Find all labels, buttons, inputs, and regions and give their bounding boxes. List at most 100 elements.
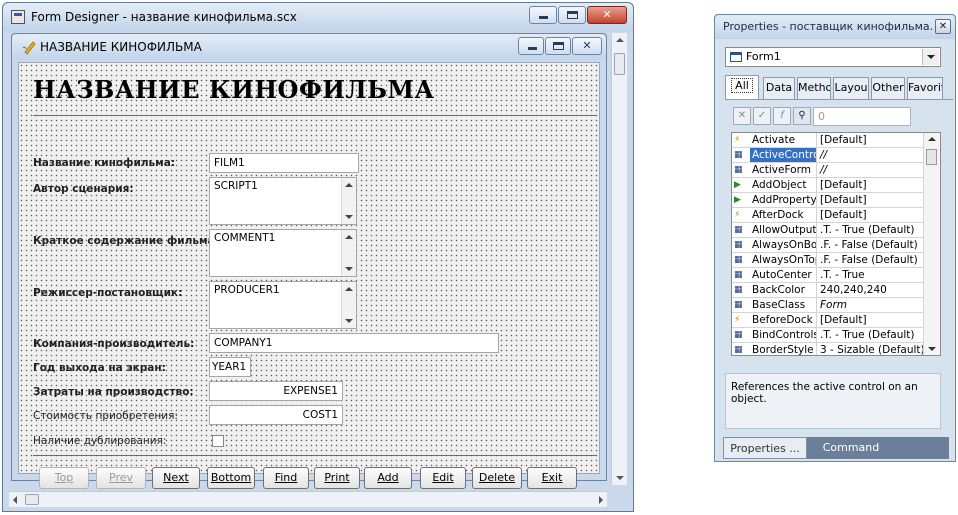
- form-canvas[interactable]: НАЗВАНИЕ КИНОФИЛЬМА Название кинофильма:…: [18, 62, 600, 489]
- property-row[interactable]: ▦ BaseClass Form: [732, 298, 924, 313]
- delete-button[interactable]: Delete: [472, 467, 522, 489]
- property-value[interactable]: .F. - False (Default): [818, 238, 924, 252]
- label-film-name[interactable]: Название кинофильма:: [33, 157, 175, 169]
- property-row[interactable]: ▦ AlwaysOnTop .F. - False (Default): [732, 253, 924, 268]
- tab-methods[interactable]: Metho: [797, 77, 831, 99]
- scroll-thumb[interactable]: [926, 149, 937, 165]
- property-row[interactable]: ▦ BorderStyle 3 - Sizable (Default): [732, 343, 924, 355]
- property-row[interactable]: ▦ ActiveControl//: [732, 148, 924, 163]
- minimize-button[interactable]: [529, 6, 557, 24]
- chevron-down-icon[interactable]: [922, 49, 939, 65]
- textbox-year[interactable]: YEAR1: [209, 357, 251, 377]
- editbox-comment-scrollbar[interactable]: [341, 230, 356, 276]
- property-value[interactable]: .F. - False (Default): [818, 253, 924, 267]
- exit-button[interactable]: Exit: [527, 467, 577, 489]
- form-minimize-button[interactable]: [518, 37, 544, 55]
- scroll-left-icon[interactable]: [13, 496, 17, 504]
- tab-layout[interactable]: Layou: [833, 77, 869, 99]
- scroll-down-icon[interactable]: [616, 476, 624, 480]
- form-titlebar[interactable]: НАЗВАНИЕ КИНОФИЛЬМА ✕: [12, 34, 606, 60]
- editbox-producer[interactable]: PRODUCER1: [209, 281, 357, 329]
- heading-divider[interactable]: [33, 115, 597, 116]
- tab-data[interactable]: Data: [763, 77, 795, 99]
- next-button[interactable]: Next: [152, 467, 200, 489]
- editbox-script[interactable]: SCRIPT1: [209, 177, 357, 225]
- property-row[interactable]: ⚡ BeforeDock [Default]: [732, 313, 924, 328]
- scroll-thumb[interactable]: [25, 494, 39, 505]
- label-cost[interactable]: Стоимость приобретения:: [33, 410, 178, 422]
- prev-button[interactable]: Prev: [96, 467, 146, 489]
- checkbox-dubbing[interactable]: [212, 435, 224, 447]
- tab-command[interactable]: Command: [813, 437, 889, 459]
- scroll-up-icon[interactable]: [928, 137, 936, 141]
- scroll-down-icon[interactable]: [928, 347, 936, 351]
- label-year[interactable]: Год выхода на экран:: [33, 362, 166, 374]
- cancel-icon[interactable]: ✕: [733, 107, 751, 125]
- property-row[interactable]: ▦ AllowOutput .T. - True (Default): [732, 223, 924, 238]
- form-maximize-button[interactable]: [545, 37, 571, 55]
- accept-icon[interactable]: ✓: [753, 107, 771, 125]
- label-dubbing[interactable]: Наличие дублирования:: [33, 435, 166, 447]
- find-button[interactable]: Find: [263, 467, 309, 489]
- designer-vertical-scrollbar[interactable]: [611, 33, 627, 485]
- textbox-cost[interactable]: COST1: [209, 405, 343, 425]
- button-divider[interactable]: [33, 455, 597, 456]
- designer-horizontal-scrollbar[interactable]: [9, 491, 607, 507]
- property-row[interactable]: ▦ BackColor 240,240,240: [732, 283, 924, 298]
- label-company[interactable]: Компания-производитель:: [33, 338, 194, 350]
- property-row[interactable]: ⚡ AfterDock [Default]: [732, 208, 924, 223]
- zoom-icon[interactable]: ⚲: [793, 107, 811, 125]
- property-grid-scrollbar[interactable]: [923, 133, 940, 355]
- label-script-author[interactable]: Автор сценария:: [33, 183, 134, 195]
- object-selector[interactable]: Form1: [725, 47, 941, 67]
- label-summary[interactable]: Краткое содержание фильма:: [33, 235, 219, 247]
- tab-all[interactable]: All: [725, 75, 759, 99]
- textbox-company[interactable]: COMPANY1: [209, 333, 499, 353]
- form-heading[interactable]: НАЗВАНИЕ КИНОФИЛЬМА: [33, 75, 435, 104]
- add-button[interactable]: Add: [364, 467, 412, 489]
- maximize-button[interactable]: [558, 6, 586, 24]
- designer-titlebar[interactable]: Form Designer - название кинофильма.scx …: [3, 3, 633, 31]
- property-value[interactable]: .T. - True: [818, 268, 924, 282]
- property-value[interactable]: //: [818, 148, 924, 162]
- property-value[interactable]: 3 - Sizable (Default): [818, 343, 924, 355]
- scroll-up-icon[interactable]: [616, 38, 624, 42]
- property-value[interactable]: [Default]: [818, 178, 924, 192]
- label-expense[interactable]: Затраты на производство:: [33, 386, 194, 398]
- tab-properties[interactable]: Properties ...: [723, 437, 807, 459]
- scroll-thumb[interactable]: [614, 53, 625, 75]
- property-value-input[interactable]: 0: [813, 107, 911, 126]
- property-value[interactable]: [Default]: [818, 208, 924, 222]
- property-value[interactable]: Form: [818, 298, 924, 312]
- editbox-script-scrollbar[interactable]: [341, 178, 356, 224]
- tab-favorites[interactable]: Favorit: [907, 77, 943, 99]
- close-button[interactable]: ✕: [587, 6, 627, 24]
- property-row[interactable]: ▶ AddProperty [Default]: [732, 193, 924, 208]
- property-value[interactable]: [Default]: [818, 313, 924, 327]
- property-value[interactable]: //: [818, 163, 924, 177]
- top-button[interactable]: Top: [39, 467, 89, 489]
- textbox-expense[interactable]: EXPENSE1: [209, 381, 343, 401]
- bottom-button[interactable]: Bottom: [207, 467, 255, 489]
- property-value[interactable]: 240,240,240: [818, 283, 924, 297]
- property-row[interactable]: ▦ AlwaysOnBottom.F. - False (Default): [732, 238, 924, 253]
- edit-button[interactable]: Edit: [420, 467, 466, 489]
- print-button[interactable]: Print: [314, 467, 360, 489]
- property-row[interactable]: ▦ ActiveForm//: [732, 163, 924, 178]
- property-value[interactable]: [Default]: [818, 193, 924, 207]
- editbox-producer-scrollbar[interactable]: [341, 282, 356, 328]
- property-row[interactable]: ▶ AddObject [Default]: [732, 178, 924, 193]
- property-row[interactable]: ⚡ Activate [Default]: [732, 133, 924, 148]
- function-icon[interactable]: f: [773, 107, 791, 125]
- property-value[interactable]: .T. - True (Default): [818, 328, 924, 342]
- property-row[interactable]: ▦ AutoCenter .T. - True: [732, 268, 924, 283]
- properties-titlebar[interactable]: Properties - поставщик кинофильма.scx ✕: [715, 15, 955, 39]
- scroll-right-icon[interactable]: [599, 496, 603, 504]
- property-value[interactable]: .T. - True (Default): [818, 223, 924, 237]
- tab-other[interactable]: Other: [871, 77, 905, 99]
- label-producer[interactable]: Режиссер-постановщик:: [33, 287, 182, 299]
- textbox-film[interactable]: FILM1: [209, 153, 359, 173]
- form-close-button[interactable]: ✕: [572, 37, 602, 55]
- editbox-comment[interactable]: COMMENT1: [209, 229, 357, 277]
- property-row[interactable]: ▦ BindControls .T. - True (Default): [732, 328, 924, 343]
